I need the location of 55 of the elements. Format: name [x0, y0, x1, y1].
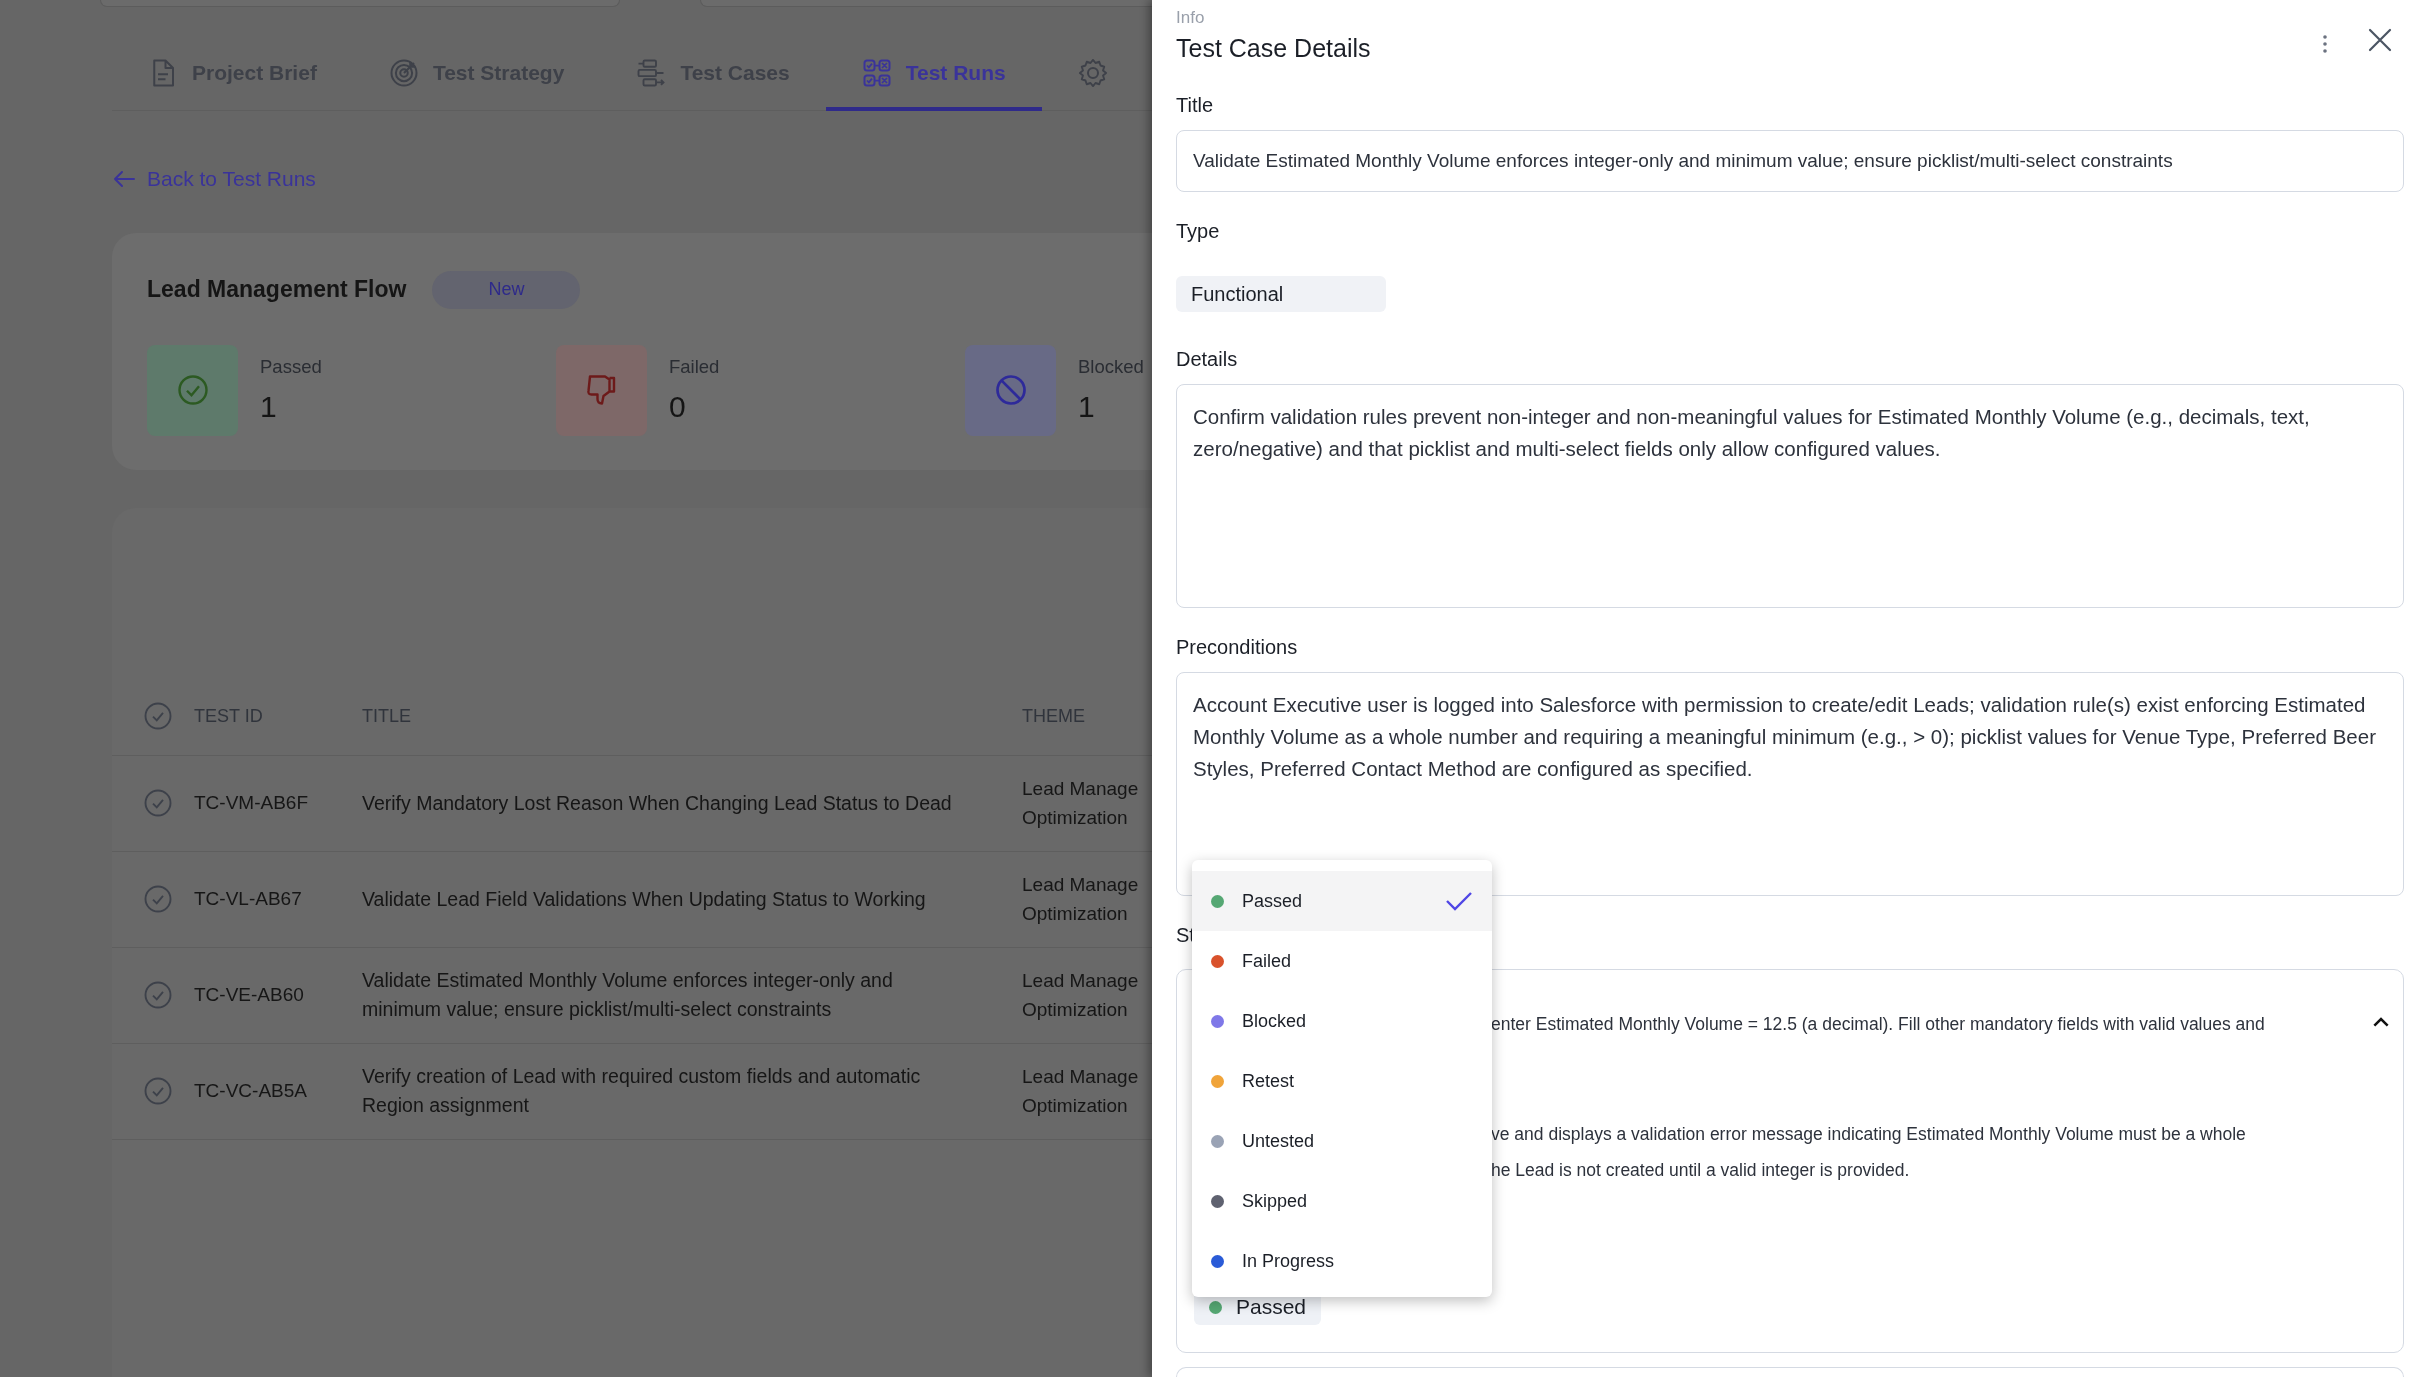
- column-header: TITLE: [362, 704, 412, 728]
- stat-value: 1: [1078, 389, 1096, 426]
- title-cell-text: Validate Estimated Monthly Volume enforces integer-only and minimum value; ensure picklist/multi-select constraints: [362, 968, 894, 1022]
- title-cell-text: Verify creation of Lead with required custom fields and automatic Region assignment: [362, 1064, 922, 1118]
- gear-icon: [1077, 58, 1108, 88]
- flowchart-icon: [636, 58, 667, 88]
- panel-overline: Info: [1176, 7, 1206, 29]
- step-action-text: enter Estimated Monthly Volume = 12.5 (a decimal). Fill other mandatory fields with valid values and: [1491, 1013, 2266, 1036]
- status-option[interactable]: Passed: [1192, 871, 1492, 931]
- theme-cell-text: Lead Manage Optimization: [1022, 873, 1139, 926]
- status-badge: New: [432, 270, 581, 309]
- status-option[interactable]: Skipped: [1192, 1171, 1492, 1231]
- check-circle-icon[interactable]: [143, 980, 173, 1010]
- test-id-cell-text: TC-VL-AB67: [194, 886, 303, 911]
- test-id-cell-text: TC-VE-AB60: [194, 982, 305, 1007]
- run-title: Lead Management Flow: [147, 275, 407, 305]
- test-id-cell-text: TC-VM-AB6F: [194, 790, 309, 815]
- column-header: THEME: [1022, 704, 1085, 728]
- stat-value: 1: [260, 389, 278, 426]
- theme-cell-text: Lead Manage Optimization: [1022, 1065, 1139, 1118]
- status-option[interactable]: Untested: [1192, 1111, 1492, 1171]
- test-grid-icon: [861, 58, 892, 88]
- check-circle-icon[interactable]: [143, 701, 173, 731]
- stat-value: 0: [669, 389, 687, 426]
- expected-result-text: he Lead is not created until a valid integer is provided.: [1491, 1159, 1911, 1182]
- check-circle-icon[interactable]: [143, 1076, 173, 1106]
- target-icon: [388, 58, 419, 88]
- more-options-icon[interactable]: [2322, 34, 2328, 54]
- check-circle-icon[interactable]: [143, 788, 173, 818]
- theme-cell-text: Lead Manage Optimization: [1022, 969, 1139, 1022]
- column-header: TEST ID: [194, 704, 264, 728]
- stat-label: Blocked: [1078, 354, 1144, 379]
- panel-title: Test Case Details: [1176, 33, 1371, 64]
- title-field[interactable]: Validate Estimated Monthly Volume enforces integer-only and minimum value; ensure picklist/multi-select constraints: [1176, 130, 2404, 192]
- title-cell-text: Verify Mandatory Lost Reason When Changing Lead Status to Dead: [362, 790, 953, 816]
- stat-label: Passed: [260, 354, 322, 379]
- type-chip: Functional: [1176, 276, 1386, 312]
- field-label: Preconditions: [1176, 635, 1298, 660]
- checkmark-icon: [1445, 890, 1473, 912]
- expected-result-text: ve and displays a validation error message indicating Estimated Monthly Volume must be a whole: [1491, 1123, 2247, 1146]
- status-option[interactable]: Failed: [1192, 931, 1492, 991]
- stat-label: Failed: [669, 354, 720, 379]
- status-option[interactable]: Blocked: [1192, 991, 1492, 1051]
- check-circle-icon[interactable]: [143, 884, 173, 914]
- title-cell-text: Validate Lead Field Validations When Updating Status to Working: [362, 886, 927, 912]
- field-label: Details: [1176, 347, 1238, 372]
- status-option[interactable]: Retest: [1192, 1051, 1492, 1111]
- text-area[interactable]: Confirm validation rules prevent non-integer and non-meaningful values for Estimated Monthly Volume (e.g., decimals, text, zero/negative) and that picklist and multi-select fields only allow configured values.: [1176, 384, 2404, 608]
- field-label: Type: [1176, 219, 1220, 244]
- arrow-left-icon: [113, 169, 135, 188]
- close-icon[interactable]: [2368, 28, 2392, 52]
- theme-cell-text: Lead Manage Optimization: [1022, 777, 1139, 830]
- test-id-cell-text: TC-VC-AB5A: [194, 1078, 308, 1103]
- field-label: Title: [1176, 93, 1214, 118]
- status-option[interactable]: In Progress: [1192, 1231, 1492, 1291]
